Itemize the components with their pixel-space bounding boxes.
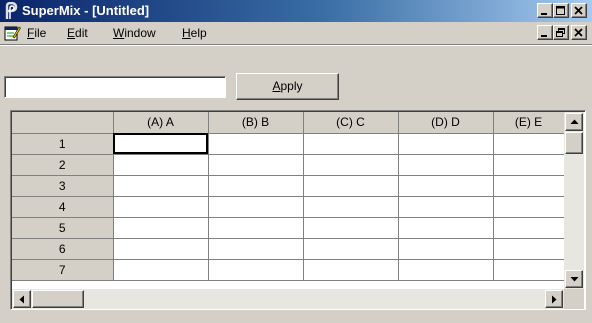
table-row: 7 [12,259,565,281]
supermix-window: SuperMix - [Untitled] File Edit Window H… [0,0,592,323]
cell[interactable] [493,259,565,281]
cell[interactable] [303,259,399,281]
document-edit-icon[interactable] [4,25,21,41]
apply-button[interactable]: Apply [236,73,339,100]
column-header-e[interactable]: (E) E [493,112,565,134]
scroll-right-button[interactable] [545,290,563,308]
row-header-4[interactable]: 4 [12,196,114,218]
maximize-button[interactable] [553,3,569,18]
horizontal-scroll-thumb[interactable] [32,290,84,308]
select-all-corner[interactable] [12,112,114,134]
child-minimize-button[interactable] [537,25,553,40]
table-row: 5 [12,217,565,239]
cell[interactable] [303,196,399,218]
cell[interactable] [493,196,565,218]
row-header-3[interactable]: 3 [12,175,114,197]
row-header-2[interactable]: 2 [12,154,114,176]
close-icon [574,28,583,37]
arrow-right-icon [552,295,557,304]
vertical-scroll-thumb[interactable] [565,132,583,154]
cell[interactable] [303,133,399,155]
cell-a1[interactable] [113,133,209,155]
table-row: 3 [12,175,565,197]
menu-file[interactable]: File [27,26,46,40]
row-header-7[interactable]: 7 [12,259,114,281]
menu-separator-highlight [0,45,592,46]
cell[interactable] [303,175,399,197]
scroll-down-button[interactable] [565,270,583,288]
cell[interactable] [398,154,494,176]
column-header-c[interactable]: (C) C [303,112,399,134]
child-restore-button[interactable] [553,25,569,40]
scrollbar-corner [564,289,584,309]
cell[interactable] [493,238,565,260]
minimize-icon [541,13,547,15]
cell[interactable] [303,217,399,239]
maximize-icon [556,6,565,15]
window-title: SuperMix - [Untitled] [22,3,150,18]
cell[interactable] [208,259,304,281]
formula-input[interactable] [4,76,226,98]
cell[interactable] [113,259,209,281]
spreadsheet-grid: (A) A (B) B (C) C (D) D (E) E 1 2 3 4 5 … [10,110,586,310]
table-row: 1 [12,133,565,155]
cell[interactable] [398,196,494,218]
scroll-up-button[interactable] [565,113,583,131]
minimize-icon [541,35,547,37]
column-header-a[interactable]: (A) A [113,112,209,134]
cell[interactable] [398,259,494,281]
cell[interactable] [303,238,399,260]
minimize-button[interactable] [537,3,553,18]
arrow-down-icon [570,277,579,282]
cell[interactable] [208,175,304,197]
restore-icon [556,28,565,37]
cell[interactable] [208,154,304,176]
cell[interactable] [113,154,209,176]
cell[interactable] [208,196,304,218]
child-close-button[interactable] [571,25,587,40]
vertical-scrollbar[interactable] [564,112,584,289]
cell[interactable] [398,133,494,155]
cell[interactable] [398,238,494,260]
cell[interactable] [493,154,565,176]
cell[interactable] [113,217,209,239]
table-row: 4 [12,196,565,218]
menu-bar: File Edit Window Help [0,22,592,44]
table-row: 6 [12,238,565,260]
column-header-b[interactable]: (B) B [208,112,304,134]
cell[interactable] [113,238,209,260]
horizontal-scrollbar[interactable] [12,289,564,309]
cell[interactable] [303,154,399,176]
cell[interactable] [493,217,565,239]
close-button[interactable] [571,3,587,18]
cell[interactable] [493,175,565,197]
menu-window[interactable]: Window [113,26,156,40]
arrow-up-icon [570,119,579,124]
row-header-5[interactable]: 5 [12,217,114,239]
cell[interactable] [398,217,494,239]
close-icon [574,6,583,15]
grid-table: (A) A (B) B (C) C (D) D (E) E 1 2 3 4 5 … [12,112,565,281]
cell[interactable] [493,133,565,155]
cell[interactable] [208,238,304,260]
supermix-app-icon[interactable] [3,1,20,20]
row-header-1[interactable]: 1 [12,133,114,155]
column-header-d[interactable]: (D) D [398,112,494,134]
scroll-left-button[interactable] [13,290,31,308]
table-row: 2 [12,154,565,176]
menu-edit[interactable]: Edit [67,26,88,40]
cell[interactable] [398,175,494,197]
cell[interactable] [208,217,304,239]
cell[interactable] [208,133,304,155]
title-bar[interactable]: SuperMix - [Untitled] [0,0,592,22]
arrow-left-icon [19,295,24,304]
row-header-6[interactable]: 6 [12,238,114,260]
cell[interactable] [113,175,209,197]
menu-help[interactable]: Help [182,26,207,40]
cell[interactable] [113,196,209,218]
